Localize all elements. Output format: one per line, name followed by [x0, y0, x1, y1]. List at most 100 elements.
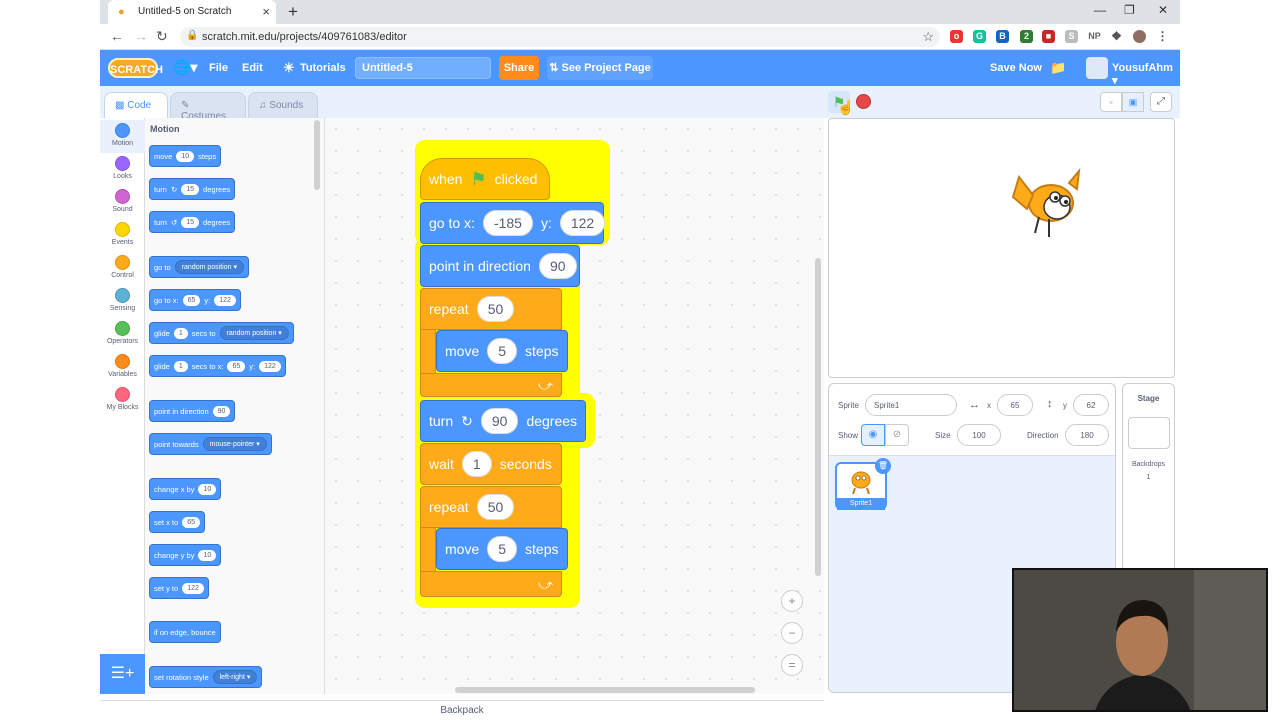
normal-stage-button[interactable]: ▣ — [1122, 92, 1144, 112]
set-y-input[interactable]: 122 — [182, 582, 204, 594]
palette-turn-left-block[interactable]: turn ↺ 15 degrees — [149, 211, 236, 233]
category-sensing[interactable]: Sensing — [100, 285, 145, 318]
category-looks[interactable]: Looks — [100, 153, 145, 186]
when-flag-clicked-block[interactable]: when ⚑ clicked — [420, 158, 550, 200]
workspace-horizontal-scrollbar[interactable] — [455, 687, 755, 693]
extension-icon[interactable]: ■ — [1042, 30, 1055, 43]
minimize-icon[interactable]: — — [1094, 3, 1106, 17]
y-input[interactable]: 122 — [214, 294, 236, 306]
category-control[interactable]: Control — [100, 252, 145, 285]
change-y-input[interactable]: 10 — [198, 549, 217, 561]
move-steps-block[interactable]: move 5 steps — [436, 330, 568, 372]
maximize-icon[interactable]: ❐ — [1124, 3, 1135, 17]
forward-icon[interactable]: → — [134, 28, 148, 44]
tutorials-menu[interactable]: Tutorials — [300, 62, 346, 74]
bookmark-star-icon[interactable]: ☆ — [922, 29, 934, 45]
profile-avatar-icon[interactable] — [1133, 30, 1146, 43]
delete-sprite-button[interactable]: 🗑 — [875, 458, 891, 474]
degrees-input[interactable]: 15 — [181, 183, 200, 195]
puzzle-icon[interactable]: ❖ — [1110, 30, 1123, 43]
extension-icon[interactable]: B — [996, 30, 1009, 43]
extension-icon[interactable]: 2 — [1020, 30, 1033, 43]
palette-change-x-block[interactable]: change x by 10 — [149, 478, 222, 500]
show-visible-button[interactable]: ◉ — [861, 424, 885, 446]
show-hidden-button[interactable]: ⊘ — [885, 424, 909, 446]
category-motion[interactable]: Motion — [100, 120, 145, 153]
go-to-dropdown[interactable]: random position ▾ — [174, 260, 244, 274]
point-towards-dropdown[interactable]: mouse-pointer ▾ — [202, 437, 267, 451]
sprite-name-input[interactable]: Sprite1 — [865, 394, 957, 416]
palette-bounce-block[interactable]: if on edge, bounce — [149, 621, 221, 643]
degrees-input[interactable]: 15 — [181, 216, 200, 228]
zoom-reset-icon[interactable]: = — [781, 654, 803, 676]
x-position-input[interactable]: 65 — [997, 394, 1033, 416]
degrees-input[interactable]: 90 — [480, 408, 519, 434]
workspace-vertical-scrollbar[interactable] — [815, 258, 821, 576]
zoom-in-icon[interactable]: + — [781, 590, 803, 612]
secs-input[interactable]: 1 — [173, 360, 188, 372]
category-sound[interactable]: Sound — [100, 186, 145, 219]
extension-icon[interactable]: o — [950, 30, 963, 43]
see-project-page-button[interactable]: ⇅ See Project Page — [547, 56, 653, 80]
palette-set-y-block[interactable]: set y to 122 — [149, 577, 209, 599]
palette-turn-right-block[interactable]: turn ↻ 15 degrees — [149, 178, 236, 200]
grammarly-icon[interactable]: G — [973, 30, 986, 43]
tab-code[interactable]: ▩ Code — [104, 92, 168, 118]
add-extension-button[interactable]: ☰+ — [100, 654, 145, 694]
steps-input[interactable]: 10 — [176, 150, 195, 162]
small-stage-button[interactable]: ▫ — [1100, 92, 1122, 112]
extension-icon[interactable]: NP — [1088, 30, 1101, 43]
wait-input[interactable]: 1 — [461, 451, 492, 477]
category-variables[interactable]: Variables — [100, 351, 145, 384]
username-menu[interactable]: YousufAhm ▾ — [1112, 62, 1180, 87]
x-input[interactable]: -185 — [482, 210, 533, 236]
reload-icon[interactable]: ↻ — [156, 28, 168, 45]
rotation-style-dropdown[interactable]: left-right ▾ — [212, 670, 258, 684]
repeat-count-input[interactable]: 50 — [476, 296, 515, 322]
size-input[interactable]: 100 — [957, 424, 1001, 446]
file-menu[interactable]: File — [209, 62, 228, 74]
back-icon[interactable]: ← — [110, 28, 124, 44]
project-title-input[interactable]: Untitled-5 — [355, 57, 491, 79]
repeat-count-input[interactable]: 50 — [476, 494, 515, 520]
tab-costumes[interactable]: ✎ Costumes — [170, 92, 246, 122]
category-events[interactable]: Events — [100, 219, 145, 252]
y-input[interactable]: 122 — [559, 210, 606, 236]
steps-input[interactable]: 5 — [487, 536, 518, 562]
category-operators[interactable]: Operators — [100, 318, 145, 351]
palette-point-towards-block[interactable]: point towards mouse-pointer ▾ — [149, 433, 272, 455]
palette-glide-xy-block[interactable]: glide 1 secs to x: 65 y: 122 — [149, 355, 286, 377]
palette-go-to-xy-block[interactable]: go to x: 65 y: 122 — [149, 289, 241, 311]
move-steps-block[interactable]: move 5 steps — [436, 528, 568, 570]
set-x-input[interactable]: 65 — [182, 516, 200, 528]
secs-input[interactable]: 1 — [173, 327, 188, 339]
direction-input[interactable]: 180 — [1065, 424, 1109, 446]
point-in-direction-block[interactable]: point in direction 90 — [420, 245, 580, 287]
turn-degrees-block[interactable]: turn ↻ 90 degrees — [420, 400, 586, 442]
browser-tab[interactable]: ● Untitled-5 on Scratch × — [108, 0, 276, 24]
language-globe-icon[interactable]: 🌐▾ — [173, 59, 197, 76]
x-input[interactable]: 65 — [227, 360, 246, 372]
repeat-block[interactable]: repeat 50 — [420, 486, 562, 528]
scratch-logo[interactable]: SCRATCH — [108, 58, 163, 78]
direction-input[interactable]: 90 — [538, 253, 577, 279]
sprite-tile[interactable]: Sprite1 🗑 — [835, 458, 891, 510]
steps-input[interactable]: 5 — [487, 338, 518, 364]
repeat-block[interactable]: repeat 50 — [420, 288, 562, 330]
y-input[interactable]: 122 — [259, 360, 281, 372]
direction-input[interactable]: 90 — [212, 405, 231, 417]
palette-scrollbar[interactable] — [314, 120, 320, 190]
edit-menu[interactable]: Edit — [242, 62, 263, 74]
palette-move-block[interactable]: move 10 steps — [149, 145, 222, 167]
go-to-xy-block[interactable]: go to x: -185 y: 122 — [420, 202, 606, 244]
new-tab-icon[interactable]: + — [288, 2, 298, 22]
palette-change-y-block[interactable]: change y by 10 — [149, 544, 222, 566]
glide-dropdown[interactable]: random position ▾ — [219, 326, 289, 340]
backdrop-thumbnail[interactable] — [1127, 417, 1170, 449]
close-tab-icon[interactable]: × — [262, 4, 270, 19]
my-stuff-folder-icon[interactable]: 📁 — [1050, 60, 1066, 76]
kebab-menu-icon[interactable]: ⋮ — [1156, 30, 1169, 43]
y-position-input[interactable]: 62 — [1073, 394, 1109, 416]
user-avatar[interactable] — [1086, 57, 1108, 79]
palette-point-direction-block[interactable]: point in direction 90 — [149, 400, 236, 422]
